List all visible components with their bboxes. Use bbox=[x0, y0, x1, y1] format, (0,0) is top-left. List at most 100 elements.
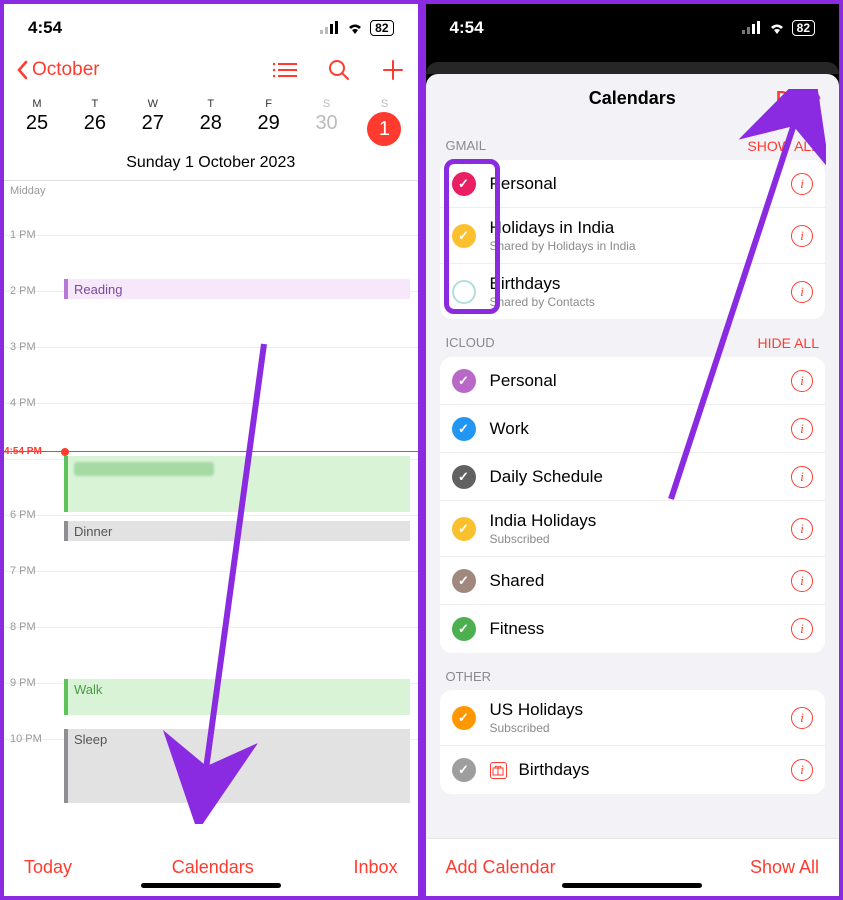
calendar-checkbox[interactable]: ✓ bbox=[452, 758, 476, 782]
calendar-event[interactable]: Dinner bbox=[64, 521, 410, 541]
section-header-other: OTHER bbox=[426, 653, 840, 690]
calendar-subtitle: Subscribed bbox=[490, 721, 792, 735]
info-icon[interactable]: i bbox=[791, 370, 813, 392]
status-right: 82 bbox=[742, 20, 815, 36]
gift-icon bbox=[490, 762, 507, 779]
timeline[interactable]: Midday 4:54 PM 1 PM2 PM3 PM4 PM6 PM7 PM8… bbox=[4, 180, 418, 810]
status-bar: 4:54 82 bbox=[4, 4, 418, 52]
date-row: 2526272829301 bbox=[4, 110, 418, 150]
list-icon[interactable] bbox=[272, 57, 298, 83]
status-time: 4:54 bbox=[450, 18, 484, 38]
today-button[interactable]: Today bbox=[24, 857, 72, 878]
home-indicator bbox=[141, 883, 281, 888]
hour-row: 2 PM bbox=[4, 291, 418, 347]
info-icon[interactable]: i bbox=[791, 759, 813, 781]
weekday-cell: T bbox=[66, 98, 124, 110]
add-calendar-button[interactable]: Add Calendar bbox=[446, 857, 556, 878]
info-icon[interactable]: i bbox=[791, 281, 813, 303]
calendar-subtitle: Subscribed bbox=[490, 532, 792, 546]
calendar-checkbox[interactable]: ✓ bbox=[452, 465, 476, 489]
info-icon[interactable]: i bbox=[791, 173, 813, 195]
battery-icon: 82 bbox=[370, 20, 393, 36]
calendar-row[interactable]: ✓ Sharedi bbox=[440, 557, 826, 605]
calendar-name: Work bbox=[490, 419, 792, 439]
hour-label: 7 PM bbox=[10, 565, 36, 577]
calendar-name: Birthdays bbox=[519, 760, 792, 780]
date-cell[interactable]: 30 bbox=[298, 112, 356, 146]
hour-row: 3 PM bbox=[4, 347, 418, 403]
calendar-list-icloud: ✓Personali✓Worki✓Daily Schedulei✓India H… bbox=[440, 357, 826, 653]
show-all-button[interactable]: Show All bbox=[750, 857, 819, 878]
weekday-cell: S bbox=[298, 98, 356, 110]
status-bar: 4:54 82 bbox=[426, 4, 840, 52]
back-button[interactable]: October bbox=[16, 59, 100, 81]
calendar-checkbox[interactable]: ✓ bbox=[452, 706, 476, 730]
wifi-icon bbox=[346, 21, 364, 35]
status-right: 82 bbox=[320, 20, 393, 36]
hour-label: 9 PM bbox=[10, 677, 36, 689]
calendar-checkbox[interactable]: ✓ bbox=[452, 417, 476, 441]
calendar-checkbox[interactable]: ✓ bbox=[452, 369, 476, 393]
date-cell[interactable]: 26 bbox=[66, 112, 124, 146]
hour-label: 6 PM bbox=[10, 509, 36, 521]
calendar-checkbox[interactable]: ✓ bbox=[452, 517, 476, 541]
calendar-subtitle: Shared by Holidays in India bbox=[490, 239, 792, 253]
calendar-row[interactable]: ✓ US HolidaysSubscribedi bbox=[440, 690, 826, 746]
info-icon[interactable]: i bbox=[791, 570, 813, 592]
calendar-event[interactable] bbox=[64, 456, 410, 512]
hour-row: 7 PM bbox=[4, 571, 418, 627]
date-subtitle: Sunday 1 October 2023 bbox=[4, 150, 418, 180]
sheet-header: Calendars Done bbox=[426, 74, 840, 122]
battery-icon: 82 bbox=[792, 20, 815, 36]
hide-all-icloud[interactable]: HIDE ALL bbox=[758, 335, 819, 351]
calendar-row[interactable]: ✓ Personali bbox=[440, 357, 826, 405]
calendar-checkbox[interactable]: ✓ bbox=[452, 569, 476, 593]
calendar-row[interactable]: ✓ Birthdaysi bbox=[440, 746, 826, 794]
info-icon[interactable]: i bbox=[791, 707, 813, 729]
weekday-cell: W bbox=[124, 98, 182, 110]
calendar-name: Holidays in IndiaShared by Holidays in I… bbox=[490, 218, 792, 253]
section-header-icloud: ICLOUD HIDE ALL bbox=[426, 319, 840, 357]
midday-label: Midday bbox=[10, 185, 45, 197]
date-cell[interactable]: 25 bbox=[8, 112, 66, 146]
hour-label: 2 PM bbox=[10, 285, 36, 297]
cellular-icon bbox=[320, 21, 340, 35]
back-label: October bbox=[32, 59, 100, 81]
calendar-checkbox[interactable]: ✓ bbox=[452, 617, 476, 641]
calendar-row[interactable]: ✓ Worki bbox=[440, 405, 826, 453]
date-cell[interactable]: 29 bbox=[240, 112, 298, 146]
search-icon[interactable] bbox=[326, 57, 352, 83]
date-cell[interactable]: 27 bbox=[124, 112, 182, 146]
calendar-event[interactable]: Reading bbox=[64, 279, 410, 299]
inbox-button[interactable]: Inbox bbox=[353, 857, 397, 878]
info-icon[interactable]: i bbox=[791, 618, 813, 640]
calendar-name: US HolidaysSubscribed bbox=[490, 700, 792, 735]
done-button[interactable]: Done bbox=[776, 88, 821, 109]
info-icon[interactable]: i bbox=[791, 225, 813, 247]
calendar-row[interactable]: ✓Fitnessi bbox=[440, 605, 826, 653]
weekday-cell: F bbox=[240, 98, 298, 110]
calendar-name: Personal bbox=[490, 371, 792, 391]
weekday-row: MTWTFSS bbox=[4, 94, 418, 110]
info-icon[interactable]: i bbox=[791, 518, 813, 540]
show-all-gmail[interactable]: SHOW ALL bbox=[747, 138, 819, 154]
weekday-cell: S bbox=[356, 98, 414, 110]
info-icon[interactable]: i bbox=[791, 418, 813, 440]
calendar-name: Daily Schedule bbox=[490, 467, 792, 487]
calendars-button[interactable]: Calendars bbox=[172, 857, 254, 878]
calendar-name: Shared bbox=[490, 571, 792, 591]
weekday-cell: M bbox=[8, 98, 66, 110]
calendar-event[interactable]: Walk bbox=[64, 679, 410, 715]
add-icon[interactable] bbox=[380, 57, 406, 83]
phone-left: 4:54 82 October MTWTFSS 2526272829301 Su… bbox=[0, 0, 422, 900]
hour-label: 4 PM bbox=[10, 397, 36, 409]
status-time: 4:54 bbox=[28, 18, 62, 38]
calendar-event[interactable]: Sleep bbox=[64, 729, 410, 803]
calendar-row[interactable]: ✓ Daily Schedulei bbox=[440, 453, 826, 501]
wifi-icon bbox=[768, 21, 786, 35]
date-cell[interactable]: 28 bbox=[182, 112, 240, 146]
info-icon[interactable]: i bbox=[791, 466, 813, 488]
calendar-row[interactable]: ✓ India HolidaysSubscribedi bbox=[440, 501, 826, 557]
date-cell[interactable]: 1 bbox=[356, 112, 414, 146]
calendar-name: India HolidaysSubscribed bbox=[490, 511, 792, 546]
